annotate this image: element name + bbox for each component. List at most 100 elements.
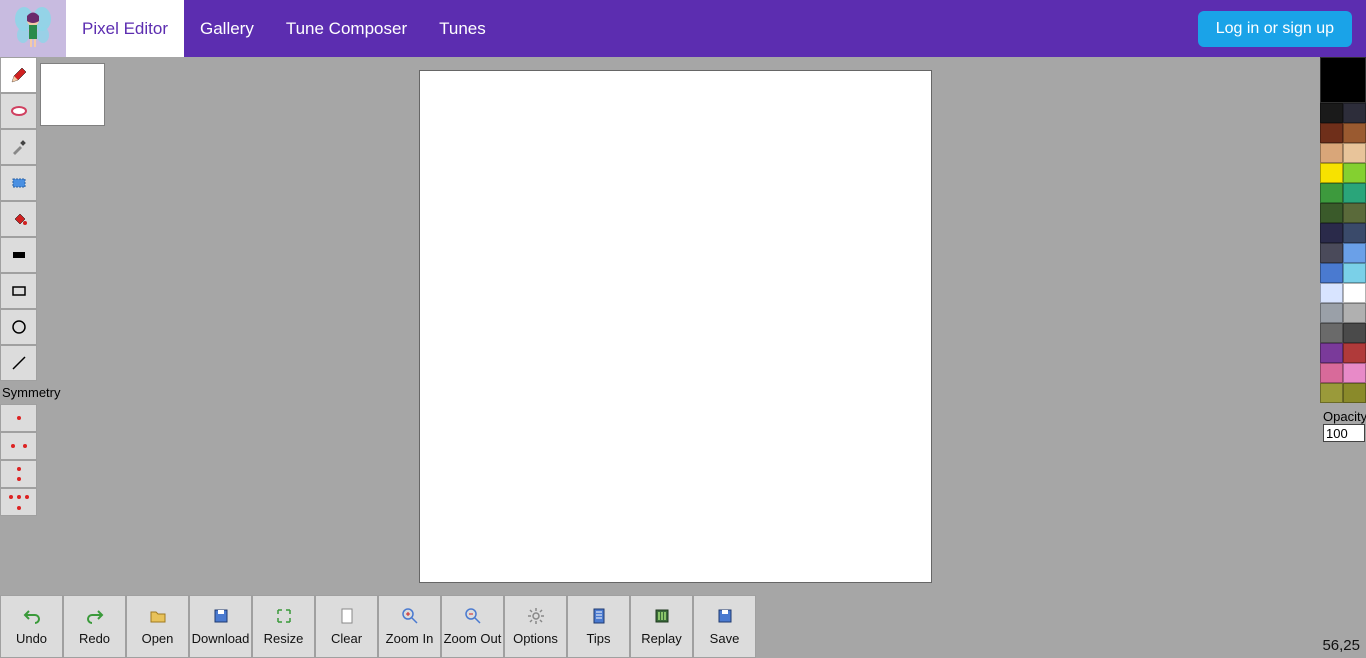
opacity-input[interactable] [1323, 424, 1365, 442]
rect-icon [10, 282, 28, 300]
symmetry-horizontal[interactable] [0, 432, 37, 460]
logo[interactable] [0, 0, 66, 57]
drawing-canvas[interactable] [419, 70, 932, 583]
tool-circle[interactable] [0, 309, 37, 345]
login-button[interactable]: Log in or sign up [1198, 11, 1352, 47]
dot-icon [9, 495, 13, 499]
replay-button[interactable]: Replay [630, 595, 693, 658]
color-swatch[interactable] [1320, 303, 1343, 323]
line-icon [10, 354, 28, 372]
color-swatch[interactable] [1343, 183, 1366, 203]
pencil-icon [10, 66, 28, 84]
symmetry-none[interactable] [0, 404, 37, 432]
dot-icon [17, 467, 21, 471]
nav-tab-tune-composer[interactable]: Tune Composer [270, 0, 423, 57]
cursor-coordinates: 56,25 [1322, 637, 1360, 654]
tips-button[interactable]: Tips [567, 595, 630, 658]
resize-button[interactable]: Resize [252, 595, 315, 658]
nav-spacer [502, 0, 1198, 57]
nav-tab-gallery[interactable]: Gallery [184, 0, 270, 57]
button-label: Redo [79, 631, 110, 646]
nav-tab-label: Tune Composer [286, 19, 407, 39]
color-swatch[interactable] [1320, 263, 1343, 283]
color-swatch[interactable] [1343, 283, 1366, 303]
select-icon [10, 174, 28, 192]
nav-tab-label: Tunes [439, 19, 486, 39]
button-label: Undo [16, 631, 47, 646]
color-swatch[interactable] [1320, 183, 1343, 203]
tool-line[interactable] [0, 345, 37, 381]
canvas-thumbnail[interactable] [40, 63, 105, 126]
button-label: Clear [331, 631, 362, 646]
tool-pencil[interactable] [0, 57, 37, 93]
symmetry-vertical[interactable] [0, 460, 37, 488]
color-swatch[interactable] [1343, 263, 1366, 283]
tool-fill[interactable] [0, 201, 37, 237]
open-icon [149, 607, 167, 625]
tool-eraser[interactable] [0, 93, 37, 129]
color-swatch[interactable] [1343, 243, 1366, 263]
replay-icon [653, 607, 671, 625]
color-swatch[interactable] [1343, 343, 1366, 363]
button-label: Download [192, 631, 250, 646]
color-swatch[interactable] [1320, 243, 1343, 263]
undo-button[interactable]: Undo [0, 595, 63, 658]
color-swatch[interactable] [1320, 283, 1343, 303]
color-swatch[interactable] [1320, 103, 1343, 123]
color-swatch[interactable] [1343, 143, 1366, 163]
fairy-icon [11, 7, 55, 51]
color-swatch[interactable] [1343, 223, 1366, 243]
save-button[interactable]: Save [693, 595, 756, 658]
color-swatch[interactable] [1343, 163, 1366, 183]
button-label: Resize [264, 631, 304, 646]
nav-tab-label: Gallery [200, 19, 254, 39]
color-swatch[interactable] [1343, 123, 1366, 143]
color-swatch[interactable] [1320, 363, 1343, 383]
tool-fillrect[interactable] [0, 237, 37, 273]
color-swatch[interactable] [1320, 203, 1343, 223]
dot-icon [17, 416, 21, 420]
open-button[interactable]: Open [126, 595, 189, 658]
options-button[interactable]: Options [504, 595, 567, 658]
color-swatch[interactable] [1343, 363, 1366, 383]
color-swatch[interactable] [1320, 343, 1343, 363]
button-label: Tips [586, 631, 610, 646]
nav-tab-pixel-editor[interactable]: Pixel Editor [66, 0, 184, 57]
top-nav: Pixel Editor Gallery Tune Composer Tunes… [0, 0, 1366, 57]
dot-icon [23, 444, 27, 448]
options-icon [527, 607, 545, 625]
color-swatch[interactable] [1320, 383, 1343, 403]
tool-select[interactable] [0, 165, 37, 201]
color-swatch[interactable] [1320, 123, 1343, 143]
undo-icon [23, 607, 41, 625]
download-icon [212, 607, 230, 625]
color-swatch[interactable] [1320, 143, 1343, 163]
color-swatch[interactable] [1320, 163, 1343, 183]
color-swatch[interactable] [1343, 303, 1366, 323]
clear-icon [338, 607, 356, 625]
button-label: Zoom Out [444, 631, 502, 646]
zoomout-button[interactable]: Zoom Out [441, 595, 504, 658]
symmetry-both[interactable] [0, 488, 37, 516]
nav-tab-tunes[interactable]: Tunes [423, 0, 502, 57]
color-swatch[interactable] [1320, 223, 1343, 243]
dot-icon [11, 444, 15, 448]
color-swatch[interactable] [1343, 103, 1366, 123]
redo-button[interactable]: Redo [63, 595, 126, 658]
eraser-icon [10, 102, 28, 120]
color-swatch[interactable] [1343, 323, 1366, 343]
color-swatch[interactable] [1343, 383, 1366, 403]
current-color-swatch[interactable] [1320, 57, 1366, 103]
dot-icon [17, 477, 21, 481]
fill-icon [10, 210, 28, 228]
download-button[interactable]: Download [189, 595, 252, 658]
tool-rect[interactable] [0, 273, 37, 309]
clear-button[interactable]: Clear [315, 595, 378, 658]
zoomin-icon [401, 607, 419, 625]
tips-icon [590, 607, 608, 625]
tool-picker[interactable] [0, 129, 37, 165]
circle-icon [10, 318, 28, 336]
zoomin-button[interactable]: Zoom In [378, 595, 441, 658]
color-swatch[interactable] [1343, 203, 1366, 223]
color-swatch[interactable] [1320, 323, 1343, 343]
